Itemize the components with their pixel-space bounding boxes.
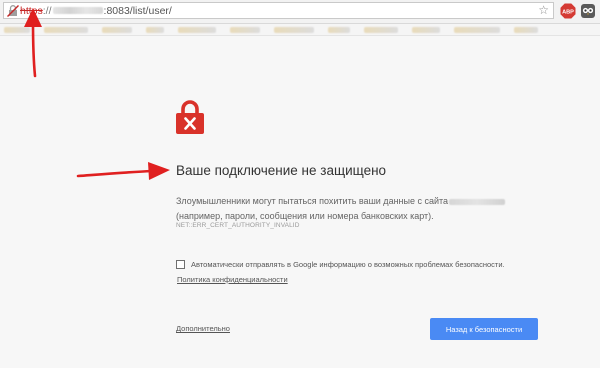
- arrow-to-heading-head: [148, 162, 170, 180]
- url-text[interactable]: https :// :8083/list/user/: [20, 5, 172, 17]
- privacy-policy-link[interactable]: Политика конфиденциальности: [177, 275, 288, 284]
- advanced-link[interactable]: Дополнительно: [176, 324, 230, 333]
- bookmark-item[interactable]: [102, 26, 132, 33]
- bookmark-item[interactable]: [364, 26, 398, 33]
- url-scheme: https: [20, 4, 43, 17]
- bookmark-item[interactable]: [230, 26, 260, 33]
- page-title: Ваше подключение не защищено: [176, 163, 387, 178]
- redacted-domain: [449, 198, 506, 205]
- padlock-x-icon: [175, 99, 205, 135]
- back-to-safety-button[interactable]: Назад к безопасности: [430, 318, 538, 340]
- report-checkbox[interactable]: [176, 260, 185, 269]
- annotation-overlay: [24, 8, 170, 180]
- url-path: :8083/list/user/: [103, 4, 172, 17]
- star-icon[interactable]: ☆: [538, 4, 549, 17]
- bookmark-item[interactable]: [178, 26, 216, 33]
- arrow-to-heading: [76, 169, 154, 178]
- description-line-1: Злоумышленники могут пытаться похитить в…: [176, 196, 449, 206]
- warning-description: Злоумышленники могут пытаться похитить в…: [176, 194, 506, 224]
- adblock-extension-icon[interactable]: ABP: [560, 3, 576, 19]
- bookmark-item[interactable]: [4, 26, 30, 33]
- report-checkbox-row: Автоматически отправлять в Google информ…: [176, 260, 505, 269]
- redacted-host: [52, 7, 103, 14]
- browser-window: https :// :8083/list/user/ ☆ ABP Ваше по…: [0, 0, 600, 368]
- error-code: NET::ERR_CERT_AUTHORITY_INVALID: [176, 222, 300, 229]
- address-bar[interactable]: https :// :8083/list/user/ ☆: [3, 2, 554, 19]
- bookmark-item[interactable]: [274, 26, 314, 33]
- insecure-lock-icon[interactable]: [6, 4, 20, 18]
- bookmark-item[interactable]: [514, 26, 538, 33]
- bookmark-item[interactable]: [328, 26, 350, 33]
- browser-toolbar: https :// :8083/list/user/ ☆ ABP: [0, 0, 600, 24]
- bookmark-item[interactable]: [146, 26, 164, 33]
- bookmark-item[interactable]: [44, 26, 88, 33]
- owl-icon[interactable]: [580, 3, 596, 19]
- abp-label: ABP: [562, 9, 574, 15]
- bookmarks-bar: [0, 24, 600, 36]
- bookmark-item[interactable]: [412, 26, 440, 33]
- bookmark-item[interactable]: [454, 26, 500, 33]
- report-checkbox-label[interactable]: Автоматически отправлять в Google информ…: [191, 260, 505, 269]
- url-separator: ://: [42, 4, 52, 17]
